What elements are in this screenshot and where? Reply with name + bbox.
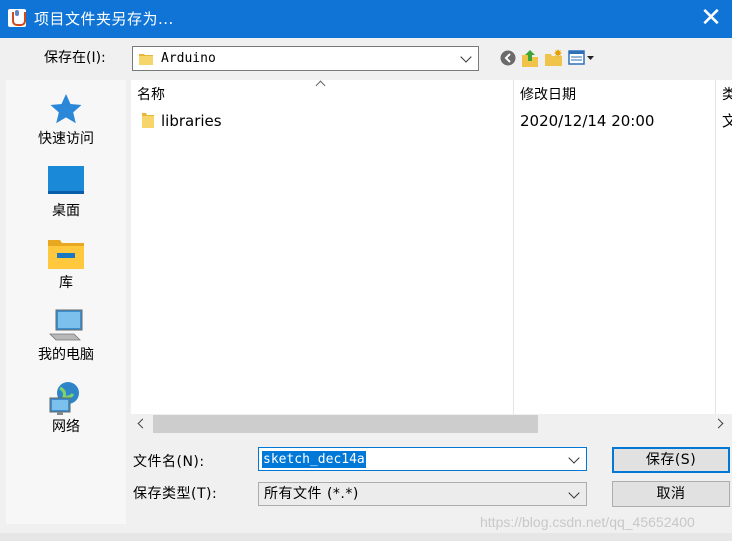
place-label: 桌面 bbox=[52, 203, 80, 219]
window-title: 项目文件夹另存为... bbox=[34, 10, 174, 28]
folder-icon bbox=[139, 54, 153, 65]
places-bar: 快速访问 桌面 库 我的电脑 网络 bbox=[6, 80, 126, 524]
place-label: 快速访问 bbox=[38, 131, 94, 147]
file-name: libraries bbox=[161, 112, 222, 130]
window-bottom-edge bbox=[0, 533, 732, 541]
network-icon bbox=[49, 382, 79, 415]
place-label: 库 bbox=[59, 275, 73, 291]
filename-input[interactable]: sketch_dec14a bbox=[258, 447, 587, 471]
lookin-label: 保存在(I): bbox=[44, 50, 106, 66]
place-network[interactable]: 网络 bbox=[6, 374, 126, 440]
view-menu-icon[interactable] bbox=[567, 47, 597, 69]
column-header-label: 修改日期 bbox=[520, 87, 576, 103]
column-header-modified[interactable]: 修改日期 bbox=[514, 80, 715, 110]
star-icon bbox=[50, 94, 82, 124]
place-computer[interactable]: 我的电脑 bbox=[6, 302, 126, 368]
back-icon[interactable] bbox=[497, 47, 519, 69]
horizontal-scrollbar[interactable] bbox=[131, 414, 732, 434]
new-folder-icon[interactable] bbox=[543, 47, 565, 69]
place-desktop[interactable]: 桌面 bbox=[6, 158, 126, 224]
lookin-value: Arduino bbox=[161, 51, 216, 66]
computer-icon bbox=[49, 309, 83, 341]
up-folder-icon[interactable] bbox=[519, 47, 541, 69]
place-label: 网络 bbox=[52, 419, 80, 435]
chevron-down-icon bbox=[568, 487, 580, 499]
filename-value[interactable]: sketch_dec14a bbox=[262, 451, 366, 468]
column-divider[interactable] bbox=[715, 80, 716, 414]
file-list[interactable]: 名称 修改日期 类 libraries 2020/12/14 20:00 文 bbox=[131, 80, 732, 414]
filetype-label: 保存类型(T): bbox=[133, 486, 218, 502]
file-type: 文 bbox=[722, 112, 732, 130]
scroll-right-icon[interactable] bbox=[713, 418, 724, 429]
title-bar: 项目文件夹另存为... ✕ bbox=[0, 0, 732, 38]
place-quick-access[interactable]: 快速访问 bbox=[6, 86, 126, 152]
folder-icon bbox=[142, 113, 154, 128]
file-modified: 2020/12/14 20:00 bbox=[520, 112, 655, 130]
library-icon bbox=[48, 240, 84, 269]
lookin-combo[interactable]: Arduino bbox=[132, 46, 479, 71]
column-header-label: 类 bbox=[722, 87, 732, 103]
place-label: 我的电脑 bbox=[38, 347, 94, 363]
column-header-type[interactable]: 类 bbox=[716, 80, 732, 110]
cancel-button[interactable]: 取消 bbox=[612, 481, 730, 507]
scrollbar-thumb[interactable] bbox=[153, 415, 538, 433]
column-header-label: 名称 bbox=[137, 87, 165, 103]
java-app-icon bbox=[8, 9, 26, 27]
filetype-value: 所有文件 (*.*) bbox=[264, 486, 359, 502]
scroll-left-icon[interactable] bbox=[137, 418, 148, 429]
save-button[interactable]: 保存(S) bbox=[612, 447, 730, 473]
watermark: https://blog.csdn.net/qq_45652400 bbox=[480, 514, 695, 530]
chevron-down-icon bbox=[460, 51, 472, 63]
filename-label: 文件名(N): bbox=[133, 454, 205, 470]
column-divider[interactable] bbox=[513, 80, 514, 414]
chevron-down-icon[interactable] bbox=[568, 452, 580, 464]
desktop-icon bbox=[48, 166, 84, 194]
filetype-select[interactable]: 所有文件 (*.*) bbox=[258, 482, 587, 506]
place-library[interactable]: 库 bbox=[6, 230, 126, 296]
close-icon[interactable]: ✕ bbox=[694, 2, 728, 36]
